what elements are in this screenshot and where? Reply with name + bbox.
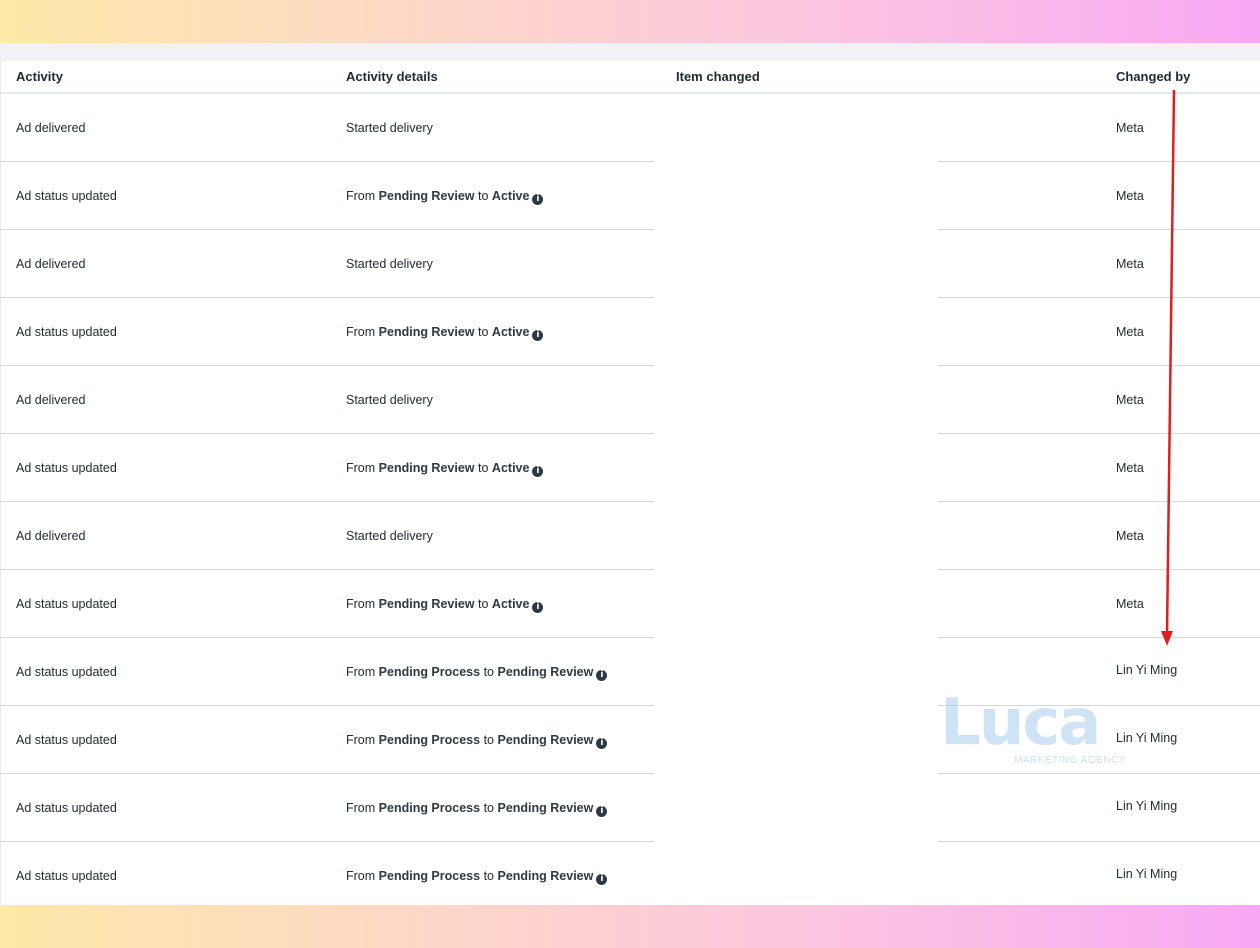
activity-details-cell: From Pending Process to Pending Review i	[346, 733, 608, 749]
details-from-word: From	[346, 869, 376, 883]
table-row[interactable]: Ad status updated From Pending Review to …	[1, 434, 1260, 502]
activity-cell: Ad delivered	[16, 257, 86, 271]
info-icon[interactable]: i	[532, 466, 544, 477]
activity-cell: Ad status updated	[16, 325, 117, 339]
changed-by-cell: Meta	[1116, 257, 1144, 271]
details-to-status: Active	[491, 597, 530, 611]
details-from-status: Pending Review	[378, 597, 475, 611]
table-header: Activity Activity details Item changed C…	[1, 61, 1260, 94]
details-from-word: From	[346, 597, 376, 611]
bottom-gradient-band	[0, 905, 1260, 948]
details-to-word: to	[483, 733, 495, 747]
activity-details-cell: From Pending Review to Active i	[346, 325, 544, 341]
table-row[interactable]: Ad delivered Started delivery Meta	[1, 502, 1260, 570]
info-icon[interactable]: i	[532, 194, 544, 205]
changed-by-cell: Meta	[1116, 325, 1144, 339]
activity-details-cell: Started delivery	[346, 529, 433, 543]
changed-by-cell: Meta	[1116, 461, 1144, 475]
changed-by-cell: Lin Yi Ming	[1116, 799, 1178, 813]
watermark-logo: Luca MARKETING AGENCY	[940, 686, 1140, 772]
table-row[interactable]: Ad status updated From Pending Review to …	[1, 570, 1260, 638]
header-activity[interactable]: Activity	[16, 69, 63, 84]
activity-cell: Ad delivered	[16, 529, 86, 543]
details-to-word: to	[478, 189, 489, 203]
details-from-status: Pending Review	[378, 461, 475, 475]
details-to-status: Active	[491, 325, 530, 339]
table-row[interactable]: Ad status updated From Pending Review to …	[1, 298, 1260, 366]
details-to-word: to	[483, 801, 495, 815]
watermark-word: Luca	[940, 686, 1101, 760]
details-to-word: to	[483, 869, 495, 883]
table-row[interactable]: Ad status updated From Pending Process to…	[1, 842, 1260, 910]
details-from-status: Pending Process	[378, 801, 481, 815]
details-to-status: Pending Review	[497, 869, 594, 883]
activity-cell: Ad status updated	[16, 461, 117, 475]
table-row[interactable]: Ad status updated From Pending Review to …	[1, 162, 1260, 230]
details-from-status: Pending Review	[378, 189, 475, 203]
activity-details-cell: From Pending Review to Active i	[346, 189, 544, 205]
details-from-status: Pending Process	[378, 869, 481, 883]
activity-cell: Ad status updated	[16, 801, 117, 815]
activity-cell: Ad status updated	[16, 189, 117, 203]
changed-by-cell: Lin Yi Ming	[1116, 867, 1178, 881]
activity-details-cell: From Pending Review to Active i	[346, 461, 544, 477]
details-from-word: From	[346, 665, 376, 679]
table-row[interactable]: Ad delivered Started delivery Meta	[1, 366, 1260, 434]
details-to-status: Pending Review	[497, 665, 594, 679]
info-icon[interactable]: i	[532, 330, 544, 341]
details-from-status: Pending Process	[378, 733, 481, 747]
activity-details-cell: Started delivery	[346, 393, 433, 407]
details-to-status: Pending Review	[497, 733, 594, 747]
details-from-word: From	[346, 801, 376, 815]
activity-details-cell: Started delivery	[346, 257, 433, 271]
info-icon[interactable]: i	[596, 738, 608, 749]
activity-details-cell: From Pending Process to Pending Review i	[346, 869, 608, 885]
toolbar-strip	[0, 43, 1260, 61]
table-row[interactable]: Ad status updated From Pending Process to…	[1, 774, 1260, 842]
activity-details-cell: From Pending Process to Pending Review i	[346, 665, 608, 681]
activity-cell: Ad delivered	[16, 121, 86, 135]
activity-cell: Ad status updated	[16, 869, 117, 883]
table-row[interactable]: Ad delivered Started delivery Meta	[1, 230, 1260, 298]
details-from-word: From	[346, 189, 376, 203]
details-from-word: From	[346, 733, 376, 747]
top-gradient-band	[0, 0, 1260, 43]
activity-history-table: Activity Activity details Item changed C…	[0, 61, 1260, 905]
details-to-word: to	[483, 665, 495, 679]
details-from-word: From	[346, 461, 376, 475]
watermark-subtitle: MARKETING AGENCY	[1014, 755, 1126, 766]
activity-cell: Ad delivered	[16, 393, 86, 407]
changed-by-cell: Meta	[1116, 597, 1144, 611]
details-to-status: Active	[491, 461, 530, 475]
changed-by-cell: Meta	[1116, 121, 1144, 135]
activity-details-cell: From Pending Process to Pending Review i	[346, 801, 608, 817]
info-icon[interactable]: i	[532, 602, 544, 613]
header-changed-by[interactable]: Changed by	[1116, 69, 1190, 84]
activity-details-cell: Started delivery	[346, 121, 433, 135]
activity-cell: Ad status updated	[16, 733, 117, 747]
changed-by-cell: Lin Yi Ming	[1116, 663, 1178, 677]
details-to-word: to	[478, 597, 489, 611]
details-from-status: Pending Review	[378, 325, 475, 339]
info-icon[interactable]: i	[596, 874, 608, 885]
header-item-changed[interactable]: Item changed	[676, 69, 760, 84]
activity-details-cell: From Pending Review to Active i	[346, 597, 544, 613]
changed-by-cell: Meta	[1116, 393, 1144, 407]
changed-by-cell: Meta	[1116, 529, 1144, 543]
header-activity-details[interactable]: Activity details	[346, 69, 438, 84]
details-to-status: Active	[491, 189, 530, 203]
details-to-word: to	[478, 325, 489, 339]
details-to-status: Pending Review	[497, 801, 594, 815]
table-row[interactable]: Ad delivered Started delivery Meta	[1, 94, 1260, 162]
details-from-status: Pending Process	[378, 665, 481, 679]
info-icon[interactable]: i	[596, 670, 608, 681]
changed-by-cell: Meta	[1116, 189, 1144, 203]
info-icon[interactable]: i	[596, 806, 608, 817]
details-to-word: to	[478, 461, 489, 475]
activity-cell: Ad status updated	[16, 597, 117, 611]
activity-cell: Ad status updated	[16, 665, 117, 679]
details-from-word: From	[346, 325, 376, 339]
